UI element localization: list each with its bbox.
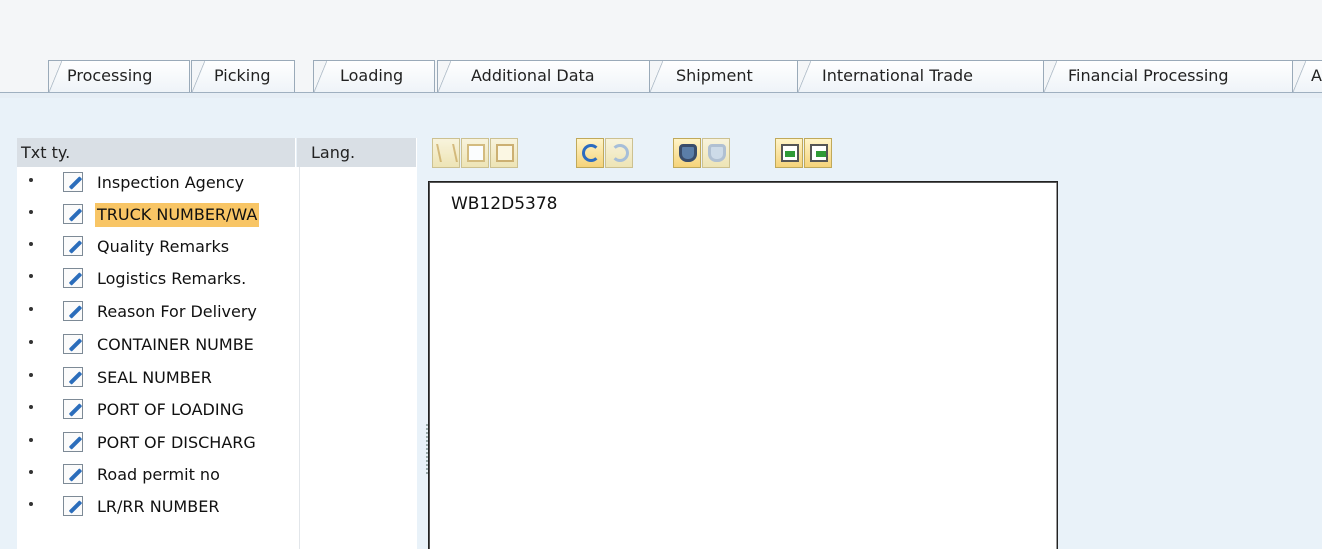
tree-item[interactable]: TRUCK NUMBER/WA [17, 201, 299, 227]
tab-financial-processing[interactable]: Financial Processing [1043, 60, 1296, 93]
tree-item-label: CONTAINER NUMBE [97, 335, 254, 354]
redo-icon[interactable] [605, 138, 633, 168]
edit-pen-icon [63, 236, 83, 256]
edit-pen-icon [63, 172, 83, 192]
edit-pen-icon [63, 268, 83, 288]
bullet-icon [29, 178, 33, 182]
tree-list: Inspection Agency TRUCK NUMBER/WA Qualit… [17, 167, 299, 549]
tab-shipment[interactable]: Shipment [649, 60, 799, 93]
tab-processing[interactable]: Processing [48, 60, 190, 93]
tab-international-trade[interactable]: International Trade [797, 60, 1045, 93]
tree-item[interactable]: LR/RR NUMBER [17, 493, 299, 519]
tab-additional-data[interactable]: Additional Data [437, 60, 651, 93]
cut-icon[interactable] [432, 138, 460, 168]
tree-item[interactable]: Quality Remarks [17, 233, 299, 259]
undo-glyph [582, 144, 600, 162]
bullet-icon [29, 274, 33, 278]
edit-pen-icon [63, 496, 83, 516]
tab-picking[interactable]: Picking [191, 60, 295, 93]
tab-label: Shipment [676, 66, 753, 85]
tree-item[interactable]: Reason For Delivery [17, 298, 299, 324]
bullet-icon [29, 470, 33, 474]
tree-item-label: TRUCK NUMBER/WA [95, 203, 260, 227]
redo-glyph [611, 144, 629, 162]
cut-glyph [436, 144, 458, 162]
export-glyph [810, 144, 828, 162]
tree-item-label: LR/RR NUMBER [97, 497, 220, 516]
find-icon[interactable] [673, 138, 701, 168]
edit-pen-icon [63, 399, 83, 419]
tab-label: Processing [67, 66, 153, 85]
tab-label: Picking [214, 66, 271, 85]
tab-label: Loading [340, 66, 404, 85]
edit-pen-icon [63, 464, 83, 484]
bullet-icon [29, 438, 33, 442]
tab-loading[interactable]: Loading [313, 60, 435, 93]
bullet-icon [29, 210, 33, 214]
language-column [299, 167, 417, 549]
undo-icon[interactable] [576, 138, 604, 168]
bullet-icon [29, 373, 33, 377]
tree-item[interactable]: PORT OF LOADING [17, 396, 299, 422]
edit-pen-icon [63, 334, 83, 354]
bullet-icon [29, 405, 33, 409]
find-glyph [679, 144, 697, 162]
paste-icon[interactable] [490, 138, 518, 168]
column-header-text-type[interactable]: Txt ty. [17, 138, 296, 167]
edit-pen-icon [63, 432, 83, 452]
tree-item-label: Reason For Delivery [97, 302, 257, 321]
tab-label: Financial Processing [1068, 66, 1229, 85]
tree-item[interactable]: SEAL NUMBER [17, 364, 299, 390]
column-header-language[interactable]: Lang. [297, 138, 417, 167]
text-editor[interactable]: WB12D5378 [428, 181, 1058, 549]
tab-strip: Processing Picking Loading Additional Da… [0, 52, 1322, 93]
bullet-icon [29, 502, 33, 506]
edit-pen-icon [63, 301, 83, 321]
tree-item-label: SEAL NUMBER [97, 368, 212, 387]
import-icon[interactable] [775, 138, 803, 168]
tree-body: Inspection Agency TRUCK NUMBER/WA Qualit… [17, 167, 417, 549]
edit-pen-icon [63, 204, 83, 224]
editor-content: WB12D5378 [451, 194, 558, 214]
tab-content-border [0, 92, 1322, 98]
tree-item[interactable]: PORT OF DISCHARG [17, 429, 299, 455]
tree-item-label: Inspection Agency [97, 173, 245, 192]
bullet-icon [29, 340, 33, 344]
find-next-glyph [708, 144, 726, 162]
import-glyph [781, 144, 799, 162]
text-type-tree: Txt ty. Lang. Inspection Agency TRUCK NU… [17, 138, 421, 549]
paste-glyph [496, 144, 514, 162]
tab-more[interactable]: A [1292, 60, 1322, 93]
bullet-icon [29, 242, 33, 246]
copy-icon[interactable] [461, 138, 489, 168]
tree-item-label: PORT OF DISCHARG [97, 433, 256, 452]
tree-item[interactable]: Road permit no [17, 461, 299, 487]
tab-label: Additional Data [471, 66, 595, 85]
tree-item-label: Road permit no [97, 465, 220, 484]
copy-glyph [467, 144, 485, 162]
tree-item[interactable]: Logistics Remarks. [17, 265, 299, 291]
tree-item[interactable]: Inspection Agency [17, 169, 299, 195]
tree-item-label: Logistics Remarks. [97, 269, 247, 288]
tree-item-label: Quality Remarks [97, 237, 230, 256]
tree-item-label: PORT OF LOADING [97, 400, 244, 419]
edit-pen-icon [63, 367, 83, 387]
tree-item[interactable]: CONTAINER NUMBE [17, 331, 299, 357]
bullet-icon [29, 307, 33, 311]
find-next-icon[interactable] [702, 138, 730, 168]
tab-label: International Trade [822, 66, 974, 85]
export-icon[interactable] [804, 138, 832, 168]
tab-label: A [1311, 66, 1322, 85]
